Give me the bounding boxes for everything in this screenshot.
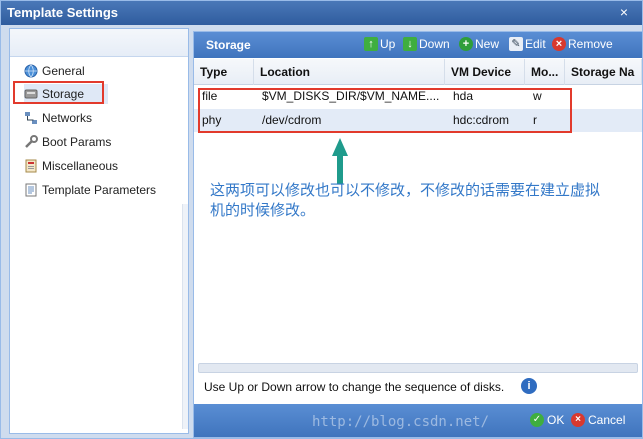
cancel-button[interactable]: × Cancel — [571, 413, 625, 427]
storage-highlight-box — [13, 81, 104, 104]
storage-panel: Storage ↑ Up ↓ Down + New ✎ Edit × Remov… — [193, 31, 643, 438]
sidebar-item-miscellaneous[interactable]: Miscellaneous — [24, 156, 118, 176]
cancel-button-label: Cancel — [588, 413, 626, 427]
sidebar-item-label: Boot Params — [42, 135, 112, 149]
sidebar-item-boot-params[interactable]: Boot Params — [24, 132, 111, 152]
edit-button[interactable]: ✎ Edit — [509, 37, 546, 51]
remove-button-label: Remove — [568, 37, 613, 51]
up-button-label: Up — [380, 37, 396, 51]
column-header-mode[interactable]: Mo... — [525, 59, 565, 85]
info-icon[interactable]: i — [521, 378, 537, 394]
panel-title: Storage — [206, 38, 251, 52]
down-button-label: Down — [419, 37, 450, 51]
misc-icon — [24, 159, 38, 173]
down-button[interactable]: ↓ Down — [403, 37, 450, 51]
close-icon[interactable]: × — [616, 4, 632, 20]
annotation-arrow-icon — [332, 138, 348, 184]
up-button[interactable]: ↑ Up — [364, 37, 395, 51]
column-header-location[interactable]: Location — [254, 59, 445, 85]
panel-footer: http://blog.csdn.net/ ✓ OK × Cancel — [194, 404, 642, 437]
cancel-icon: × — [571, 413, 585, 427]
sidebar-item-label: Miscellaneous — [42, 159, 119, 173]
template-settings-window: Template Settings × General Storage Netw… — [0, 0, 643, 439]
sidebar-header — [10, 29, 188, 57]
remove-icon: × — [552, 37, 566, 51]
wrench-icon — [24, 135, 38, 149]
arrow-up-icon: ↑ — [364, 37, 378, 51]
edit-button-label: Edit — [525, 37, 546, 51]
rows-highlight-box — [198, 88, 572, 133]
ok-button[interactable]: ✓ OK — [530, 413, 564, 427]
doc-icon — [24, 183, 38, 197]
grid-header: Type Location VM Device Mo... Storage Na — [194, 59, 642, 85]
edit-icon: ✎ — [509, 37, 523, 51]
column-header-vm-device[interactable]: VM Device — [445, 59, 525, 85]
new-button-label: New — [475, 37, 500, 51]
sidebar-item-label: Template Parameters — [42, 183, 157, 197]
sidebar-item-template-parameters[interactable]: Template Parameters — [24, 180, 156, 200]
sequence-hint: Use Up or Down arrow to change the seque… — [204, 380, 505, 394]
plus-icon: + — [459, 37, 473, 51]
watermark-text: http://blog.csdn.net/ — [312, 414, 490, 430]
sidebar-scrollbar[interactable] — [182, 204, 188, 429]
window-titlebar: Template Settings × — [1, 1, 642, 25]
check-icon: ✓ — [530, 413, 544, 427]
window-title: Template Settings — [7, 5, 119, 20]
column-header-type[interactable]: Type — [194, 59, 254, 85]
settings-sidebar: General Storage Networks Boot Params Mis — [9, 28, 189, 434]
sidebar-item-networks[interactable]: Networks — [24, 108, 92, 128]
ok-button-label: OK — [547, 413, 565, 427]
annotation-text: 这两项可以修改也可以不修改，不修改的话需要在建立虚拟机的时候修改。 — [210, 181, 601, 219]
panel-header: Storage ↑ Up ↓ Down + New ✎ Edit × Remov… — [194, 32, 642, 58]
network-icon — [24, 111, 38, 125]
new-button[interactable]: + New — [459, 37, 499, 51]
globe-icon — [24, 64, 38, 78]
column-header-storage-name[interactable]: Storage Na — [565, 59, 642, 85]
sidebar-item-general[interactable]: General — [24, 61, 85, 81]
arrow-down-icon: ↓ — [403, 37, 417, 51]
sidebar-item-label: General — [42, 64, 85, 78]
sidebar-item-label: Networks — [42, 111, 93, 125]
remove-button[interactable]: × Remove — [552, 37, 613, 51]
grid-horizontal-scrollbar[interactable] — [198, 363, 638, 373]
